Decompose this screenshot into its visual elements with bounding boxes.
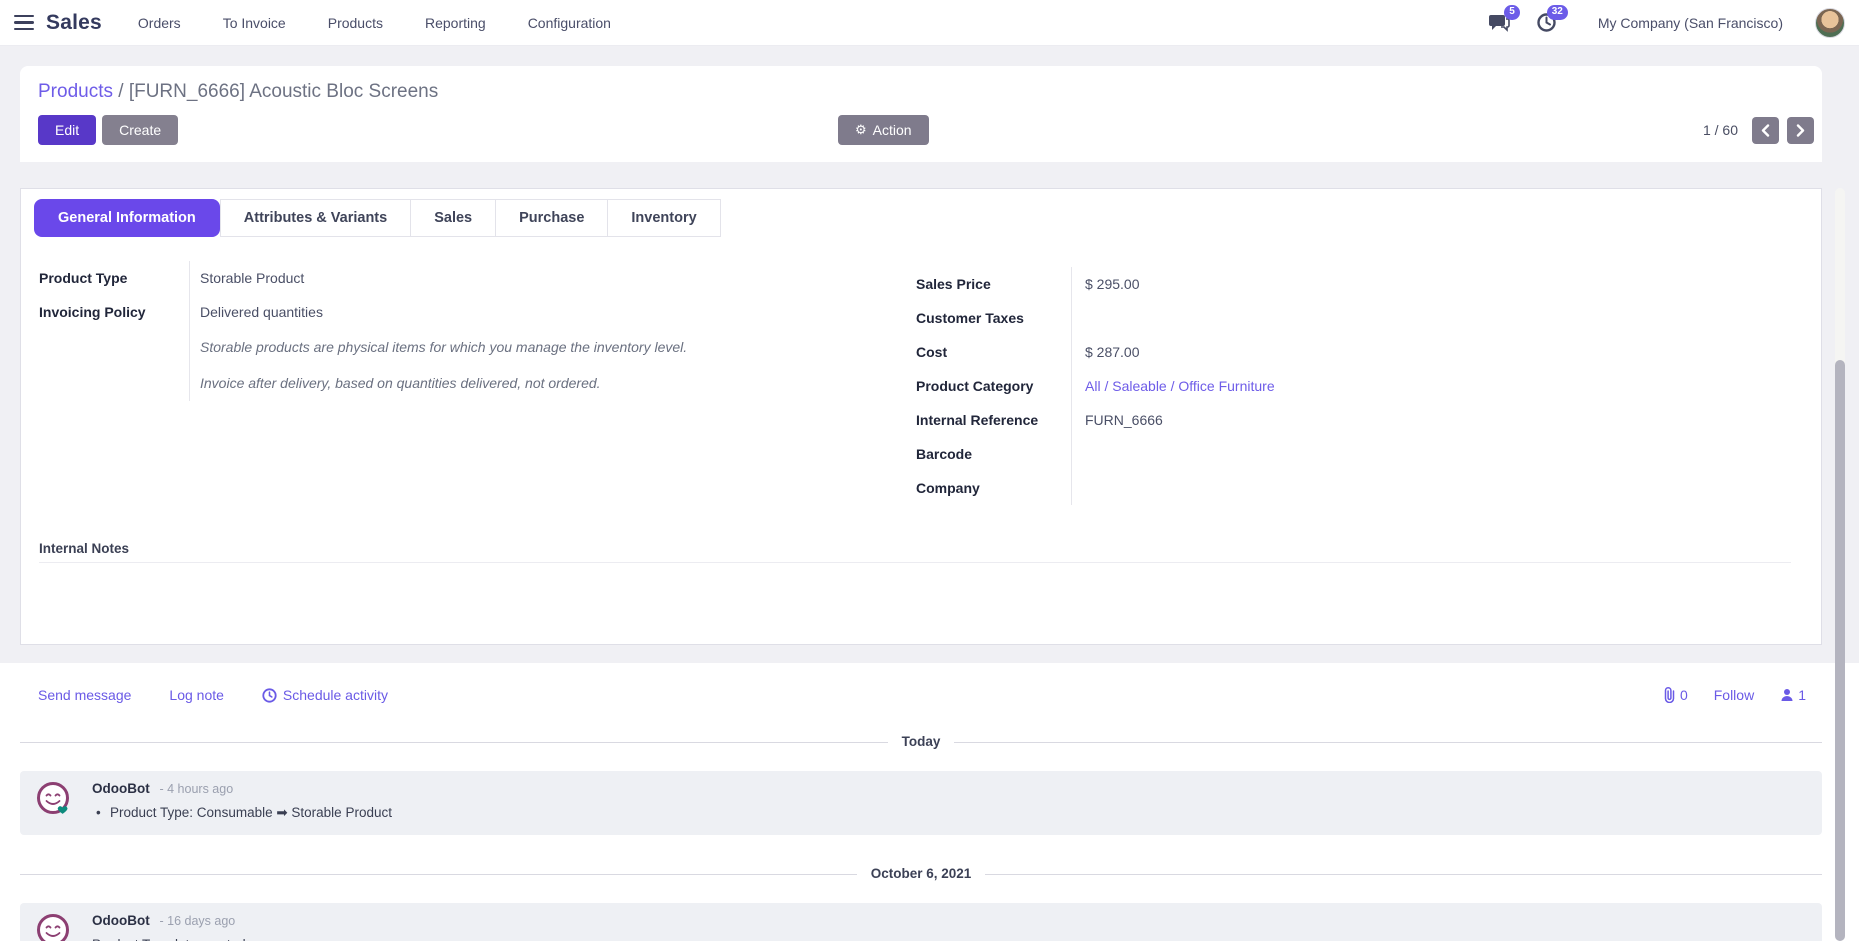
message-author[interactable]: OdooBot [92, 781, 150, 796]
invoicing-policy-value: Delivered quantities [189, 295, 799, 329]
field-group-right: Sales Price $ 295.00 Customer Taxes Cost… [916, 267, 1501, 505]
sales-price-label: Sales Price [916, 267, 1071, 301]
messages-badge: 5 [1504, 5, 1520, 20]
tab-purchase[interactable]: Purchase [496, 199, 608, 237]
message-author[interactable]: OdooBot [92, 913, 150, 928]
cost-value: $ 287.00 [1071, 335, 1501, 369]
message-timestamp: - 4 hours ago [160, 782, 234, 796]
send-message-button[interactable]: Send message [38, 687, 131, 703]
tab-attributes-variants[interactable]: Attributes & Variants [220, 199, 411, 237]
action-button[interactable]: ⚙ Action [838, 115, 929, 145]
message-card: OdooBot - 16 days ago Product Template c… [20, 903, 1822, 941]
person-icon [1780, 688, 1794, 702]
odoobot-avatar [36, 781, 72, 817]
paperclip-icon [1662, 687, 1676, 703]
edit-button[interactable]: Edit [38, 115, 96, 145]
message-card: OdooBot - 4 hours ago Product Type: Cons… [20, 771, 1822, 835]
invoicing-policy-label: Invoicing Policy [39, 295, 189, 329]
customer-taxes-value [1071, 301, 1501, 335]
tab-inventory[interactable]: Inventory [608, 199, 720, 237]
internal-reference-value: FURN_6666 [1071, 403, 1501, 437]
invoicing-policy-help-text: Invoice after delivery, based on quantit… [189, 365, 799, 401]
cost-label: Cost [916, 335, 1071, 369]
breadcrumb-products-link[interactable]: Products [38, 81, 113, 102]
breadcrumb-current: [FURN_6666] Acoustic Bloc Screens [129, 81, 438, 102]
field-group-left: Product Type Storable Product Invoicing … [39, 261, 799, 401]
internal-notes-divider [39, 562, 1791, 563]
odoobot-avatar [36, 913, 72, 941]
scrollbar-thumb[interactable] [1835, 360, 1845, 941]
company-switcher[interactable]: My Company (San Francisco) [1598, 15, 1783, 31]
user-avatar[interactable] [1815, 8, 1845, 38]
pager-next-button[interactable] [1787, 117, 1814, 144]
customer-taxes-label: Customer Taxes [916, 301, 1071, 335]
menu-products[interactable]: Products [326, 9, 385, 37]
company-label: Company [916, 471, 1071, 505]
activities-clock-icon[interactable]: 32 [1534, 11, 1560, 35]
date-divider-today: Today [20, 733, 1822, 751]
product-type-help-text: Storable products are physical items for… [189, 329, 799, 365]
pager-count[interactable]: 1 / 60 [1703, 122, 1738, 138]
chevron-left-icon [1761, 124, 1770, 137]
product-category-label: Product Category [916, 369, 1071, 403]
product-type-value: Storable Product [189, 261, 799, 295]
company-value [1071, 471, 1501, 505]
form-sheet: General Information Attributes & Variant… [20, 188, 1822, 645]
pager: 1 / 60 [1703, 117, 1814, 144]
menu-to-invoice[interactable]: To Invoice [221, 9, 288, 37]
product-category-link[interactable]: All / Saleable / Office Furniture [1085, 378, 1275, 394]
breadcrumb-separator: / [118, 81, 123, 102]
main-menu: Orders To Invoice Products Reporting Con… [136, 9, 613, 37]
scrollbar-track[interactable] [1835, 188, 1845, 941]
product-type-label: Product Type [39, 261, 189, 295]
attachments-counter[interactable]: 0 [1662, 687, 1688, 703]
notebook-tabs: General Information Attributes & Variant… [21, 189, 1821, 237]
apps-menu-icon[interactable] [14, 15, 34, 31]
chatter-toolbar: Send message Log note Schedule activity … [20, 687, 1822, 703]
tab-sales[interactable]: Sales [411, 199, 496, 237]
schedule-activity-button[interactable]: Schedule activity [262, 687, 388, 703]
message-body: Product Template created [92, 937, 1806, 941]
internal-reference-label: Internal Reference [916, 403, 1071, 437]
clock-icon [262, 688, 277, 703]
gear-icon: ⚙ [855, 122, 867, 138]
sales-price-value: $ 295.00 [1071, 267, 1501, 301]
message-timestamp: - 16 days ago [160, 914, 236, 928]
internal-notes-label: Internal Notes [39, 541, 129, 556]
barcode-value [1071, 437, 1501, 471]
create-button[interactable]: Create [102, 115, 178, 145]
pager-previous-button[interactable] [1752, 117, 1779, 144]
date-divider-october: October 6, 2021 [20, 865, 1822, 883]
log-note-button[interactable]: Log note [169, 687, 224, 703]
activities-badge: 32 [1547, 5, 1568, 20]
app-brand[interactable]: Sales [46, 11, 102, 35]
chevron-right-icon [1796, 124, 1805, 137]
top-navbar: Sales Orders To Invoice Products Reporti… [0, 0, 1859, 46]
control-panel: Products / [FURN_6666] Acoustic Bloc Scr… [20, 66, 1822, 162]
menu-configuration[interactable]: Configuration [526, 9, 613, 37]
menu-orders[interactable]: Orders [136, 9, 183, 37]
barcode-label: Barcode [916, 437, 1071, 471]
messages-icon[interactable]: 5 [1486, 11, 1512, 35]
followers-counter[interactable]: 1 [1780, 687, 1806, 703]
menu-reporting[interactable]: Reporting [423, 9, 488, 37]
tab-general-information[interactable]: General Information [34, 199, 220, 237]
breadcrumb: Products / [FURN_6666] Acoustic Bloc Scr… [38, 81, 1818, 103]
chatter: Send message Log note Schedule activity … [0, 663, 1859, 941]
message-body: Product Type: Consumable ➡ Storable Prod… [92, 805, 1806, 821]
follow-button[interactable]: Follow [1714, 687, 1754, 703]
